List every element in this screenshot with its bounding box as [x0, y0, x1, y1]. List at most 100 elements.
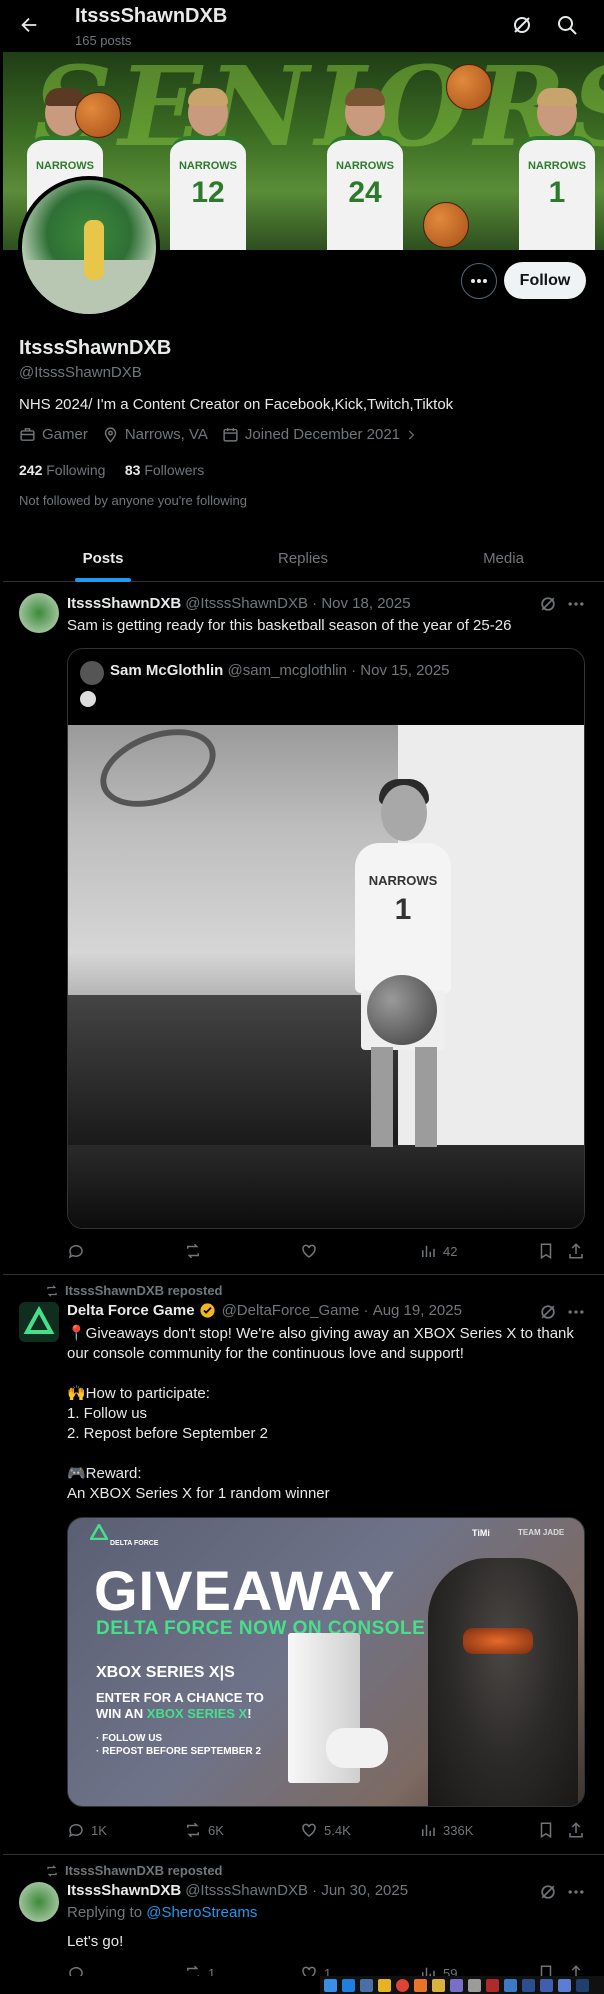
reply-icon — [68, 1244, 83, 1259]
banner-player: NARROWS1 — [515, 88, 599, 250]
app-icon[interactable] — [468, 1979, 481, 1992]
post-date[interactable]: Jun 30, 2025 — [321, 1882, 408, 1899]
grok-icon[interactable] — [538, 1302, 558, 1322]
basketball — [446, 64, 492, 110]
repost-label: ItsssShawnDXB reposted — [45, 1863, 223, 1878]
profile-joined[interactable]: Joined December 2021 — [222, 426, 424, 443]
search-icon[interactable] — [555, 13, 579, 37]
tab-posts[interactable]: Posts — [3, 534, 203, 582]
back-arrow-icon[interactable] — [18, 14, 40, 36]
profile-handle: @ItsssShawnDXB — [19, 364, 142, 381]
avatar[interactable] — [19, 1882, 59, 1922]
bookmark-button[interactable] — [537, 1964, 561, 1976]
avatar[interactable] — [19, 1302, 59, 1342]
system-taskbar — [320, 1976, 604, 1994]
app-icon[interactable] — [540, 1979, 553, 1992]
quoted-post[interactable]: Sam McGlothlin @sam_mcglothlin · Nov 15,… — [67, 648, 585, 1229]
reply-button[interactable]: 1K — [67, 1821, 107, 1839]
quote-image[interactable]: NARROWS 1 — [68, 714, 584, 1228]
heart-icon — [302, 1823, 316, 1837]
grok-icon[interactable] — [538, 1882, 558, 1902]
post-header: ItsssShawnDXB @ItsssShawnDXB · Nov 18, 2… — [67, 595, 411, 612]
tab-media[interactable]: Media — [403, 534, 604, 582]
reply-icon — [69, 1966, 83, 1976]
tab-replies[interactable]: Replies — [203, 534, 403, 582]
post-text: Let's go! — [67, 1933, 124, 1950]
profile-name: ItsssShawnDXB — [19, 337, 172, 359]
following-link[interactable]: 242 Following — [19, 462, 105, 478]
delta-force-logo-icon — [90, 1524, 108, 1540]
more-icon[interactable] — [566, 1302, 586, 1322]
share-icon — [569, 1965, 583, 1976]
profile-bio: NHS 2024/ I'm a Content Creator on Faceb… — [19, 396, 454, 413]
app-icon[interactable] — [486, 1979, 499, 1992]
bookmark-icon — [540, 1243, 552, 1260]
followers-link[interactable]: 83 Followers — [125, 462, 204, 478]
follow-button[interactable]: Follow — [504, 262, 586, 299]
more-icon[interactable] — [566, 1882, 586, 1902]
reply-button[interactable] — [67, 1242, 91, 1260]
chevron-right-icon — [408, 430, 415, 439]
share-icon — [569, 1243, 583, 1259]
reply-button[interactable] — [67, 1964, 91, 1976]
app-icon[interactable] — [522, 1979, 535, 1992]
app-icon[interactable] — [504, 1979, 517, 1992]
profile-avatar[interactable] — [18, 176, 160, 318]
post-actions: 1 1 59 — [67, 1964, 587, 1976]
post-handle[interactable]: @ItsssShawnDXB — [185, 1882, 308, 1899]
app-icon[interactable] — [450, 1979, 463, 1992]
like-button[interactable]: 5.4K — [300, 1821, 351, 1839]
location-pin-icon — [104, 427, 117, 443]
grok-icon[interactable] — [510, 13, 534, 37]
views-count[interactable]: 59 — [419, 1964, 457, 1976]
reply-icon — [68, 1823, 83, 1838]
giveaway-image[interactable]: DELTA FORCE TiMi TEAM JADE GIVEAWAY DELT… — [67, 1517, 585, 1807]
bookmark-button[interactable] — [537, 1242, 561, 1260]
share-button[interactable] — [567, 1821, 591, 1839]
bookmark-button[interactable] — [537, 1821, 561, 1839]
post-divider — [3, 1854, 604, 1855]
athlete-figure: NARROWS 1 — [343, 779, 463, 1155]
top-bar: ItsssShawnDXB 165 posts — [0, 0, 604, 52]
folder-icon[interactable] — [378, 1979, 391, 1992]
post-date[interactable]: Aug 19, 2025 — [373, 1302, 462, 1319]
quote-header: Sam McGlothlin @sam_mcglothlin · Nov 15,… — [110, 662, 450, 679]
basketball-emoji-icon — [80, 691, 96, 707]
verified-badge-icon — [199, 1302, 216, 1319]
app-icon[interactable] — [432, 1979, 445, 1992]
repost-icon — [47, 1864, 57, 1877]
post-handle[interactable]: @DeltaForce_Game — [222, 1302, 360, 1319]
share-button[interactable] — [567, 1242, 591, 1260]
post-author[interactable]: Delta Force Game — [67, 1302, 195, 1319]
app-icon[interactable] — [558, 1979, 571, 1992]
chrome-icon[interactable] — [396, 1979, 409, 1992]
app-icon[interactable] — [342, 1979, 355, 1992]
repost-button[interactable] — [184, 1242, 208, 1260]
repost-button[interactable]: 1 — [184, 1964, 215, 1976]
repost-icon — [187, 1822, 199, 1838]
header-post-count: 165 posts — [75, 33, 132, 48]
views-count[interactable]: 42 — [419, 1242, 457, 1260]
windows-icon[interactable] — [324, 1979, 337, 1992]
profile-tabs: Posts Replies Media — [3, 534, 604, 582]
post-actions: 42 — [67, 1242, 587, 1262]
app-icon[interactable] — [576, 1979, 589, 1992]
views-count[interactable]: 336K — [419, 1821, 473, 1839]
repost-button[interactable]: 6K — [184, 1821, 224, 1839]
post-author[interactable]: ItsssShawnDXB — [67, 1882, 181, 1899]
repost-icon — [187, 1965, 199, 1976]
avatar[interactable] — [19, 593, 59, 633]
app-icon[interactable] — [360, 1979, 373, 1992]
grok-icon[interactable] — [538, 594, 558, 614]
replying-to-link[interactable]: @SheroStreams — [146, 1904, 257, 1921]
app-icon[interactable] — [414, 1979, 427, 1992]
like-button[interactable]: 1 — [300, 1964, 331, 1976]
post-handle[interactable]: @ItsssShawnDXB — [185, 595, 308, 612]
more-options-button[interactable] — [461, 263, 497, 299]
more-icon[interactable] — [566, 594, 586, 614]
post-date[interactable]: Nov 18, 2025 — [321, 595, 410, 612]
profile-meta: Gamer Narrows, VA Joined December 2021 — [19, 426, 438, 443]
share-button[interactable] — [567, 1964, 587, 1976]
like-button[interactable] — [300, 1242, 324, 1260]
post-author[interactable]: ItsssShawnDXB — [67, 595, 181, 612]
